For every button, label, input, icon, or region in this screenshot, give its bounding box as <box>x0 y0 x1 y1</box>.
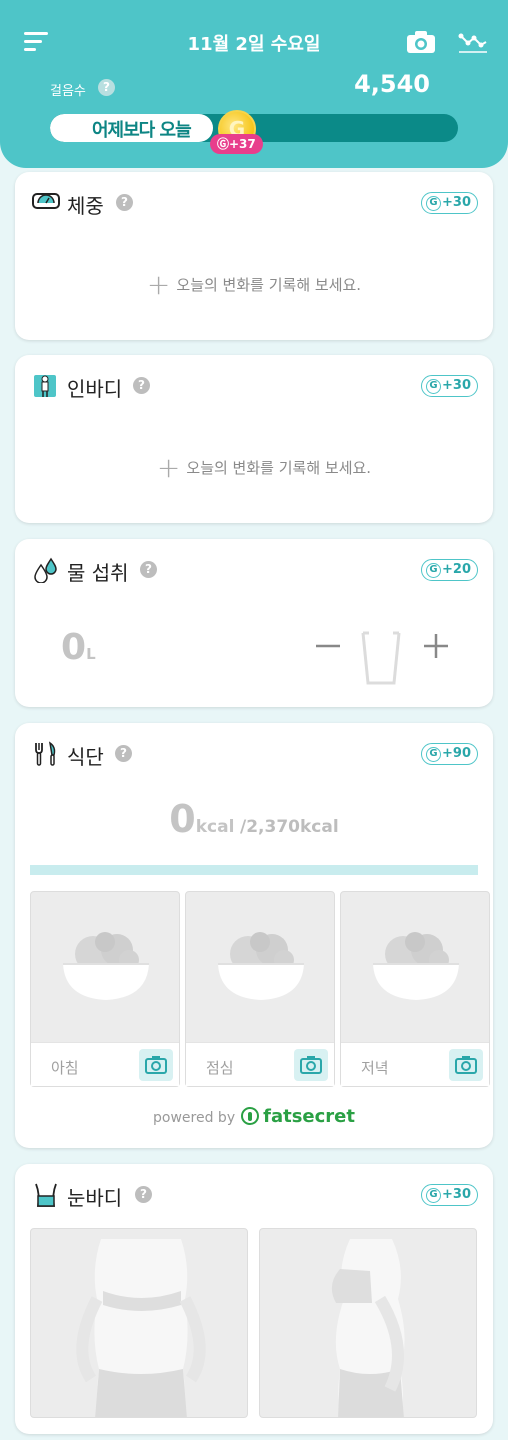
water-card[interactable]: 물 섭취 ? G +20 0L <box>15 539 493 707</box>
coin-g-icon: G <box>426 563 442 578</box>
food-bowl-icon <box>218 932 304 1000</box>
steps-label: 걸음수 <box>50 84 86 99</box>
eyebody-reward-badge: G +30 <box>421 1184 478 1206</box>
inbody-add-button[interactable]: + 오늘의 변화를 기록해 보세요. <box>15 451 493 484</box>
water-amount-unit: L <box>86 645 96 663</box>
water-title: 물 섭취 <box>67 561 129 585</box>
inbody-icon <box>32 373 60 399</box>
water-plus-button[interactable] <box>421 631 451 661</box>
water-amount: 0L <box>61 627 96 668</box>
coin-g-icon: G <box>426 747 442 762</box>
inbody-title: 인바디 <box>67 377 123 401</box>
food-bowl-icon <box>373 932 459 1000</box>
meal-label: 아침 <box>51 1059 79 1077</box>
inbody-reward-value: +30 <box>442 378 471 393</box>
meal-lunch[interactable]: 점심 <box>185 891 335 1087</box>
scale-icon <box>32 190 60 216</box>
camera-icon[interactable] <box>139 1049 173 1081</box>
steps-help-icon[interactable]: ? <box>98 79 115 96</box>
powered-by: powered by fatsecret <box>15 1106 493 1127</box>
fatsecret-brand: fatsecret <box>263 1106 355 1127</box>
meal-dinner[interactable]: 저녁 <box>340 891 490 1087</box>
water-reward-badge: G +20 <box>421 559 478 581</box>
coin-g-icon: G <box>426 196 442 211</box>
coin-g-icon: G <box>426 1188 442 1203</box>
diet-title: 식단 <box>67 745 104 769</box>
weight-card[interactable]: 체중 ? G +30 + 오늘의 변화를 기록해 보세요. <box>15 172 493 340</box>
water-help-icon[interactable]: ? <box>140 561 157 578</box>
eyebody-card: 눈바디 ? G +30 <box>15 1164 493 1434</box>
kcal-summary: 0kcal /2,370kcal <box>15 797 493 841</box>
camera-icon[interactable] <box>449 1049 483 1081</box>
inbody-help-icon[interactable]: ? <box>133 377 150 394</box>
weight-title: 체중 <box>67 194 104 218</box>
eyebody-title: 눈바디 <box>67 1186 123 1210</box>
kcal-unit: kcal <box>195 817 235 837</box>
diet-reward-value: +90 <box>442 746 471 761</box>
eyebody-reward-value: +30 <box>442 1187 471 1202</box>
body-front-photo[interactable] <box>30 1228 248 1418</box>
water-minus-button[interactable] <box>313 631 343 661</box>
body-front-icon <box>76 1239 206 1417</box>
camera-icon[interactable] <box>294 1049 328 1081</box>
inbody-reward-badge: G +30 <box>421 375 478 397</box>
waist-icon <box>32 1182 60 1208</box>
diet-reward-badge: G +90 <box>421 743 478 765</box>
weight-add-button[interactable]: + 오늘의 변화를 기록해 보세요. <box>15 268 493 301</box>
coin-g-icon: G <box>426 379 442 394</box>
food-bowl-icon <box>63 932 149 1000</box>
weight-reward-badge: G +30 <box>421 192 478 214</box>
header: 11월 2일 수요일 걸음수 ? 4,540 어제보다 오늘 G Ⓖ+37 <box>0 0 508 168</box>
meal-breakfast[interactable]: 아침 <box>30 891 180 1087</box>
body-side-photo[interactable] <box>259 1228 477 1418</box>
water-cup-icon <box>360 631 402 687</box>
camera-icon[interactable] <box>406 30 436 54</box>
plus-icon: + <box>146 268 171 301</box>
plus-icon: + <box>156 451 181 484</box>
graph-icon[interactable] <box>458 30 488 54</box>
water-reward-value: +20 <box>442 562 471 577</box>
kcal-progress-bar <box>30 865 478 875</box>
weight-add-text: 오늘의 변화를 기록해 보세요. <box>176 276 362 294</box>
eyebody-help-icon[interactable]: ? <box>135 1186 152 1203</box>
utensils-icon <box>32 741 60 767</box>
kcal-target: /2,370kcal <box>240 817 339 837</box>
meal-label: 점심 <box>206 1059 234 1077</box>
weight-reward-value: +30 <box>442 195 471 210</box>
meal-label: 저녁 <box>361 1059 389 1077</box>
diet-card: 식단 ? G +90 0kcal /2,370kcal 아침 점심 저녁 pow… <box>15 723 493 1148</box>
weight-help-icon[interactable]: ? <box>116 194 133 211</box>
fatsecret-logo-icon <box>241 1107 260 1125</box>
inbody-add-text: 오늘의 변화를 기록해 보세요. <box>186 459 372 477</box>
body-side-icon <box>331 1239 405 1417</box>
powered-by-text: powered by <box>153 1110 236 1126</box>
inbody-card[interactable]: 인바디 ? G +30 + 오늘의 변화를 기록해 보세요. <box>15 355 493 523</box>
water-amount-value: 0 <box>61 627 87 668</box>
steps-value: 4,540 <box>354 70 430 98</box>
kcal-value: 0 <box>169 797 196 841</box>
water-drop-icon <box>32 557 60 584</box>
progress-text: 어제보다 오늘 <box>92 120 192 141</box>
diet-help-icon[interactable]: ? <box>115 745 132 762</box>
coin-reward-badge: Ⓖ+37 <box>210 134 263 154</box>
